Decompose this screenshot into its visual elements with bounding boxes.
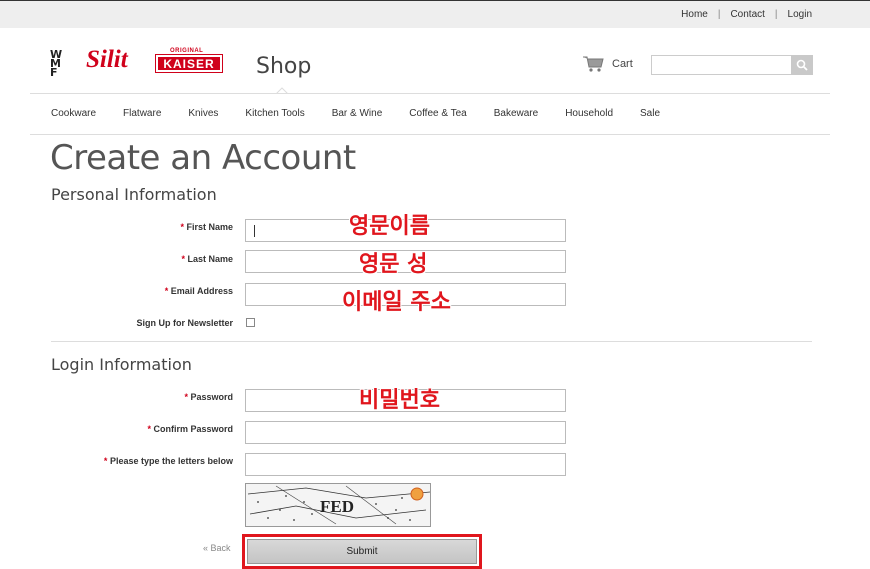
top-links: Home | Contact | Login: [681, 9, 812, 20]
nav-item-coffee-tea[interactable]: Coffee & Tea: [409, 108, 466, 119]
nav-item-kitchen-tools[interactable]: Kitchen Tools: [245, 108, 304, 119]
required-mark: *: [164, 286, 169, 296]
cart-icon: [583, 56, 604, 72]
nav-item-flatware[interactable]: Flatware: [123, 108, 161, 119]
email-annotation: 이메일 주소: [342, 290, 451, 315]
separator: |: [717, 9, 721, 20]
nav-item-bar-wine[interactable]: Bar & Wine: [332, 108, 383, 119]
password-annotation: 비밀번호: [359, 388, 440, 413]
login-link[interactable]: Login: [788, 9, 812, 20]
page-title: Create an Account: [50, 138, 356, 178]
kaiser-wordmark: KAISER: [155, 54, 223, 73]
silit-logo[interactable]: Silit: [86, 46, 128, 74]
submit-highlight: Submit: [242, 534, 482, 569]
confirm-password-label-text: Confirm Password: [153, 424, 233, 434]
required-mark: *: [181, 254, 185, 264]
required-mark: *: [147, 424, 151, 434]
captcha-text: FED: [320, 497, 354, 516]
last-name-annotation: 영문 성: [359, 252, 428, 277]
search-icon: [796, 59, 808, 71]
search-input[interactable]: [651, 55, 813, 75]
submit-button[interactable]: Submit: [247, 539, 477, 564]
category-nav: Cookware Flatware Knives Kitchen Tools B…: [30, 93, 830, 135]
first-name-label-text: First Name: [186, 222, 233, 232]
wmf-logo[interactable]: WMF: [50, 49, 72, 78]
captcha-label-text: Please type the letters below: [109, 456, 233, 466]
newsletter-checkbox[interactable]: [246, 318, 255, 327]
captcha-input[interactable]: [245, 453, 566, 476]
separator: |: [774, 9, 778, 20]
personal-info-heading: Personal Information: [51, 185, 217, 204]
login-info-heading: Login Information: [51, 355, 192, 374]
password-label-text: Password: [190, 392, 233, 402]
page-content: WMF Silit ORIGINAL KAISER Shop Cart Cook…: [20, 28, 850, 569]
section-divider: [51, 341, 812, 342]
email-label-text: Email Address: [170, 286, 233, 296]
captcha-label: * Please type the letters below: [33, 456, 233, 466]
cart-link[interactable]: Cart: [582, 55, 633, 73]
home-link[interactable]: Home: [681, 9, 708, 20]
kaiser-logo[interactable]: ORIGINAL KAISER: [155, 48, 223, 74]
nav-item-household[interactable]: Household: [565, 108, 613, 119]
confirm-password-label: * Confirm Password: [33, 424, 233, 434]
confirm-password-input[interactable]: [245, 421, 566, 444]
required-mark: *: [184, 392, 188, 402]
email-label: * Email Address: [33, 286, 233, 296]
required-mark: *: [103, 456, 108, 466]
nav-item-bakeware[interactable]: Bakeware: [494, 108, 538, 119]
shop-tab[interactable]: Shop: [256, 54, 311, 79]
top-utility-bar: Home | Contact | Login: [0, 0, 870, 28]
first-name-annotation: 영문이름: [349, 214, 430, 239]
last-name-label: * Last Name: [33, 254, 233, 264]
captcha-image: FED: [245, 483, 431, 527]
search-button[interactable]: [791, 55, 813, 75]
nav-item-knives[interactable]: Knives: [188, 108, 218, 119]
password-label: * Password: [33, 392, 233, 402]
nav-item-cookware[interactable]: Cookware: [51, 108, 96, 119]
kaiser-original-text: ORIGINAL: [170, 48, 204, 54]
first-name-label: * First Name: [33, 222, 233, 232]
text-caret: [254, 225, 255, 237]
required-mark: *: [180, 222, 184, 232]
last-name-label-text: Last Name: [187, 254, 233, 264]
nav-item-sale[interactable]: Sale: [640, 108, 660, 119]
contact-link[interactable]: Contact: [730, 9, 764, 20]
newsletter-label: Sign Up for Newsletter: [136, 318, 233, 328]
back-link[interactable]: « Back: [203, 543, 231, 553]
cart-label: Cart: [612, 58, 633, 70]
